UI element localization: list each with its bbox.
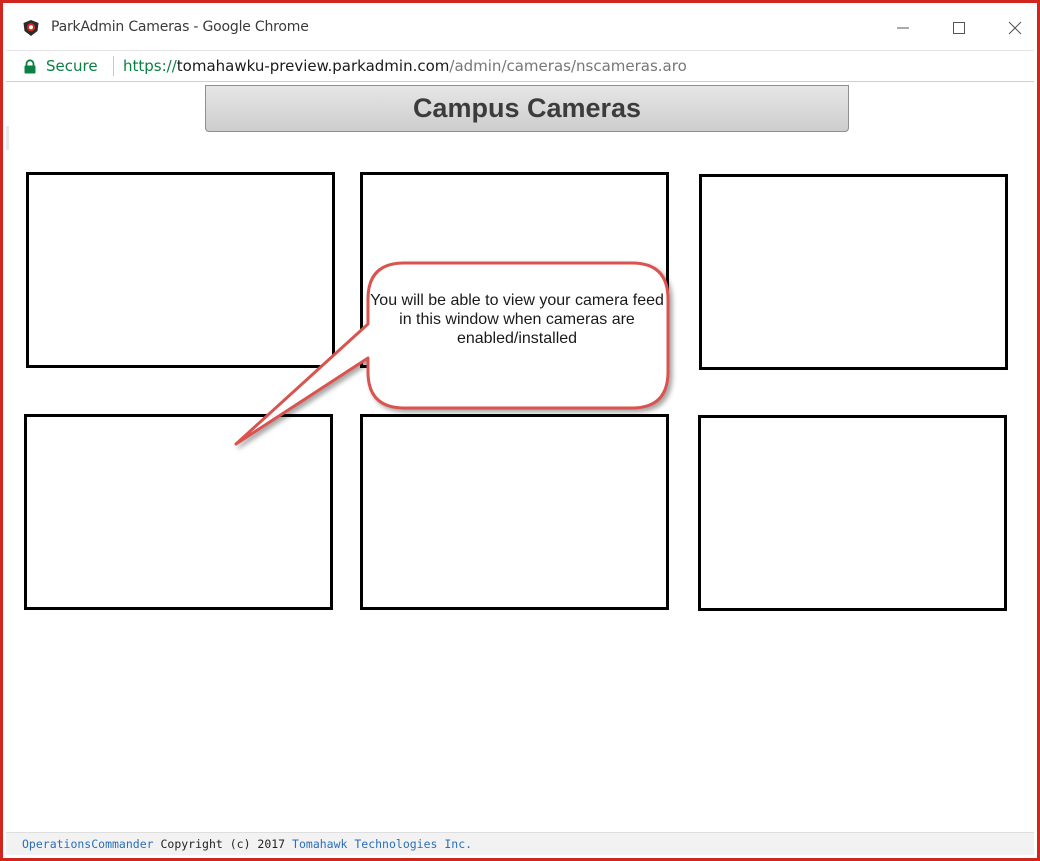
title-bar: ParkAdmin Cameras - Google Chrome	[6, 6, 1034, 51]
parkadmin-shield-icon	[22, 19, 40, 37]
browser-window: ParkAdmin Cameras - Google Chrome Secure…	[0, 0, 1040, 861]
close-icon	[1008, 21, 1022, 35]
url-text[interactable]: https://tomahawku-preview.parkadmin.com/…	[123, 57, 687, 75]
tomahawk-technologies-link[interactable]: Tomahawk Technologies Inc.	[292, 837, 472, 851]
url-host: tomahawku-preview.parkadmin.com	[176, 57, 450, 75]
minimize-icon	[897, 27, 909, 29]
page-content: Campus Cameras You will be able to view …	[6, 82, 1034, 855]
secure-label[interactable]: Secure	[46, 57, 98, 75]
footer: OperationsCommander Copyright (c) 2017 T…	[6, 832, 1034, 855]
footer-line: OperationsCommander Copyright (c) 2017 T…	[22, 837, 472, 851]
callout-text: You will be able to view your camera fee…	[370, 292, 664, 347]
url-scheme: https://	[123, 57, 177, 75]
operations-commander-link[interactable]: OperationsCommander	[22, 837, 154, 851]
url-path: /admin/cameras/nscameras.aro	[449, 57, 687, 75]
close-button[interactable]	[998, 14, 1032, 42]
copyright-text: Copyright (c) 2017	[153, 837, 293, 851]
address-bar[interactable]: Secure https://tomahawku-preview.parkadm…	[6, 51, 1034, 82]
callout-bubble	[234, 261, 670, 446]
window-title: ParkAdmin Cameras - Google Chrome	[51, 19, 309, 35]
minimize-button[interactable]	[886, 14, 920, 42]
lock-icon[interactable]	[23, 59, 37, 78]
maximize-icon	[953, 22, 965, 34]
maximize-button[interactable]	[942, 14, 976, 42]
address-separator	[113, 56, 114, 76]
